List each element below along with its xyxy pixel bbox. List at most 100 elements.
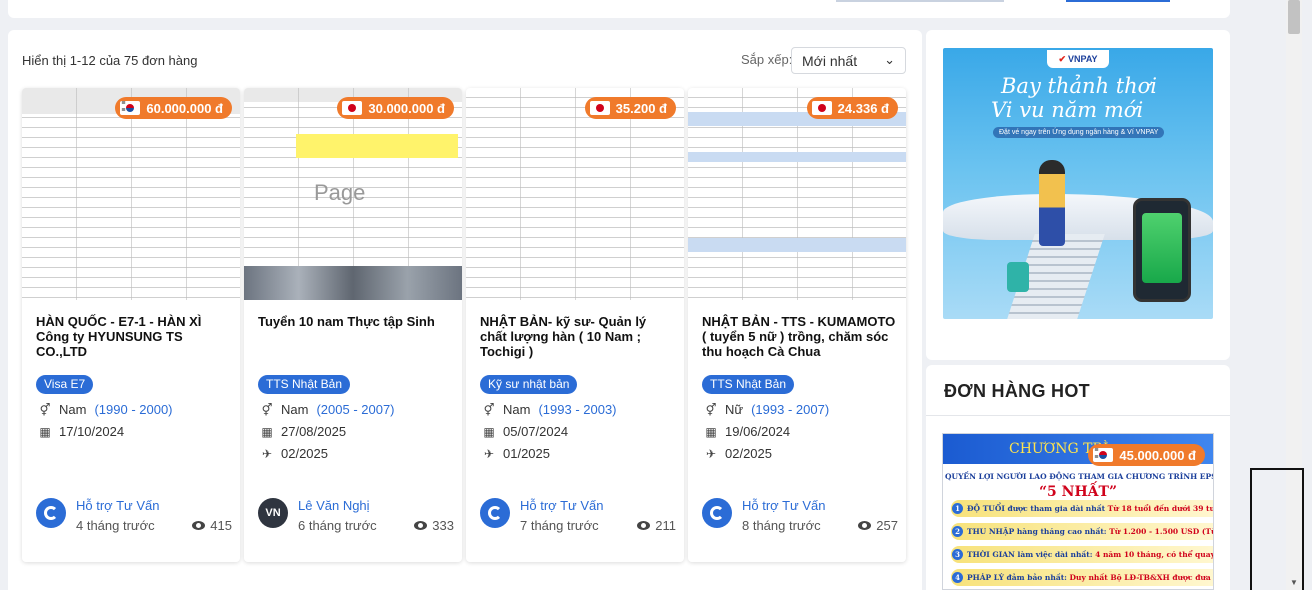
view-count: 415 — [192, 518, 232, 533]
document-preview — [688, 88, 906, 300]
banner-line-2: “5 NHẤT” — [1038, 484, 1118, 500]
benefit-highlight: 4 năm 10 tháng, có thể quay trở lại làm — [1095, 550, 1213, 559]
price-badge: 45.000.000 đ — [1088, 444, 1205, 466]
author-row: Hỗ trợ Tư Vấn 4 tháng trước 415 — [36, 495, 232, 535]
birth-years: (1993 - 2003) — [538, 402, 617, 417]
benefit-number: 3 — [952, 549, 963, 560]
eye-icon — [858, 521, 872, 530]
date-row: ▦ 19/06/2024 — [705, 424, 790, 439]
banner-line-1: QUYỀN LỢI NGƯỜI LAO ĐỘNG THAM GIA CHƯƠNG… — [945, 472, 1214, 481]
ad-subtitle: Đặt vé ngay trên Ứng dụng ngân hàng & Ví… — [993, 127, 1165, 138]
author-name[interactable]: Hỗ trợ Tư Vấn — [520, 498, 603, 513]
job-card[interactable]: 24.336 đ NHẬT BẢN - TTS - KUMAMOTO ( tuy… — [688, 88, 906, 562]
view-count-value: 415 — [210, 518, 232, 533]
filter-field-edge[interactable] — [836, 0, 1004, 2]
post-date: 19/06/2024 — [725, 424, 791, 439]
hot-jobs-title: ĐƠN HÀNG HOT — [944, 381, 1090, 401]
benefit-row: 4 PHÁP LÝ đảm bảo nhất: Duy nhất Bộ LĐ-TB… — [951, 569, 1213, 586]
view-count: 211 — [637, 518, 676, 533]
job-card[interactable]: Page 30.000.000 đ Tuyển 10 nam Thực tập … — [244, 88, 462, 562]
airplane-icon: ✈ — [261, 446, 273, 461]
gender: Nam — [503, 402, 531, 417]
eye-icon — [414, 521, 428, 530]
sort-label: Sắp xếp: — [741, 52, 793, 67]
luggage-illustration — [1007, 262, 1029, 292]
avatar[interactable]: VN — [258, 498, 288, 528]
avatar[interactable] — [36, 498, 66, 528]
document-preview — [466, 88, 684, 300]
view-count: 333 — [414, 518, 454, 533]
job-category-tag[interactable]: Kỹ sư nhật bản — [480, 375, 578, 394]
vnpay-logo: ✔ VNPAY — [1047, 50, 1109, 68]
price-badge: 60.000.000 đ — [115, 97, 232, 119]
benefit-text: PHÁP LÝ đảm bảo nhất: — [967, 573, 1067, 582]
job-category-tag[interactable]: TTS Nhật Bản — [258, 375, 351, 394]
author-name[interactable]: Hỗ trợ Tư Vấn — [742, 498, 825, 513]
job-title[interactable]: Tuyển 10 nam Thực tập Sinh — [258, 314, 454, 329]
gender-age-row: ⚥ Nam (1990 - 2000) — [39, 402, 173, 417]
avatar[interactable] — [480, 498, 510, 528]
job-card[interactable]: 35.200 đ NHẬT BẢN- kỹ sư- Quản lý chất l… — [466, 88, 684, 562]
birth-years: (2005 - 2007) — [316, 402, 395, 417]
author-name[interactable]: Hỗ trợ Tư Vấn — [76, 498, 159, 513]
top-filter-bar — [8, 0, 1230, 18]
author-row: VN Lê Văn Nghị 6 tháng trước 333 — [258, 495, 454, 535]
ad-brand: VNPAY — [1068, 54, 1098, 64]
post-date: 27/08/2025 — [281, 424, 347, 439]
scrollbar-thumb[interactable] — [1288, 0, 1300, 34]
job-card[interactable]: 60.000.000 đ HÀN QUỐC - E7-1 - HÀN XÌ Cô… — [22, 88, 240, 562]
ad-slogan-2: Vi vu năm mới — [991, 98, 1144, 122]
date-row: ▦ 17/10/2024 — [39, 424, 124, 439]
posted-time: 4 tháng trước — [76, 518, 155, 533]
job-thumbnail[interactable]: Page 30.000.000 đ — [244, 88, 462, 300]
benefit-highlight: Từ 1.200 - 1.500 USD (Từ 25 - 30 tr — [1109, 527, 1213, 536]
benefit-number: 1 — [952, 503, 963, 514]
date-row: ▦ 05/07/2024 — [483, 424, 568, 439]
job-thumbnail[interactable]: 24.336 đ — [688, 88, 906, 300]
sort-select[interactable]: Mới nhất ⌄ — [791, 47, 906, 74]
post-date: 17/10/2024 — [59, 424, 125, 439]
benefit-row: 3 THỜI GIAN làm việc dài nhất: 4 năm 10 t… — [951, 546, 1213, 563]
job-title[interactable]: NHẬT BẢN - TTS - KUMAMOTO ( tuyển 5 nữ )… — [702, 314, 898, 359]
benefit-number: 2 — [952, 526, 963, 537]
price-value: 60.000.000 đ — [146, 100, 223, 116]
filter-button-edge[interactable] — [1066, 0, 1170, 2]
post-date: 05/07/2024 — [503, 424, 569, 439]
job-category-tag[interactable]: TTS Nhật Bản — [702, 375, 795, 394]
price-value: 35.200 đ — [615, 100, 667, 116]
job-thumbnail[interactable]: 35.200 đ — [466, 88, 684, 300]
job-title[interactable]: NHẬT BẢN- kỹ sư- Quản lý chất lượng hàn … — [480, 314, 676, 359]
chevron-down-icon: ⌄ — [884, 52, 895, 67]
job-category-tag[interactable]: Visa E7 — [36, 375, 94, 394]
gender: Nam — [59, 402, 87, 417]
ad-panel: ✔ VNPAY Bay thảnh thơi Vi vu năm mới Đặt … — [926, 30, 1230, 360]
job-title[interactable]: HÀN QUỐC - E7-1 - HÀN XÌ Công ty HYUNSUN… — [36, 314, 232, 359]
benefit-row: 1 ĐỘ TUỔI được tham gia dài nhất Từ 18 tu… — [951, 500, 1213, 517]
airplane-icon: ✈ — [483, 446, 495, 461]
posted-time: 6 tháng trước — [298, 518, 377, 533]
job-thumbnail[interactable]: 60.000.000 đ — [22, 88, 240, 300]
price-value: 45.000.000 đ — [1119, 447, 1196, 463]
avatar[interactable] — [702, 498, 732, 528]
sort-select-value: Mới nhất — [802, 53, 858, 69]
japan-flag-icon — [589, 101, 610, 115]
price-badge: 35.200 đ — [584, 97, 676, 119]
hot-job-thumbnail[interactable]: CHƯƠNG TRÌ 45.000.000 đ QUYỀN LỢI NGƯỜI … — [942, 433, 1214, 590]
page-watermark: Page — [314, 180, 366, 205]
author-name[interactable]: Lê Văn Nghị — [298, 498, 370, 513]
vnpay-ad-banner[interactable]: ✔ VNPAY Bay thảnh thơi Vi vu năm mới Đặt … — [943, 48, 1213, 319]
result-count: Hiển thị 1-12 của 75 đơn hàng — [22, 53, 198, 68]
calendar-icon: ▦ — [39, 424, 51, 439]
gender-age-row: ⚥ Nam (1993 - 2003) — [483, 402, 617, 417]
flight-row: ✈ 02/2025 — [705, 446, 772, 461]
flight-row: ✈ 01/2025 — [483, 446, 550, 461]
phone-illustration — [1133, 198, 1191, 302]
benefit-row: 2 THU NHẬP hàng tháng cao nhất: Từ 1.200 … — [951, 523, 1213, 540]
divider — [926, 415, 1230, 416]
departure-date: 01/2025 — [503, 446, 550, 461]
document-preview: Page — [244, 88, 462, 300]
view-count: 257 — [858, 518, 898, 533]
korea-flag-icon — [1093, 447, 1114, 462]
benefit-text: THỜI GIAN làm việc dài nhất: — [967, 550, 1093, 559]
benefit-highlight: Duy nhất Bộ LĐ-TB&XH được đưa lao động — [1069, 573, 1213, 582]
